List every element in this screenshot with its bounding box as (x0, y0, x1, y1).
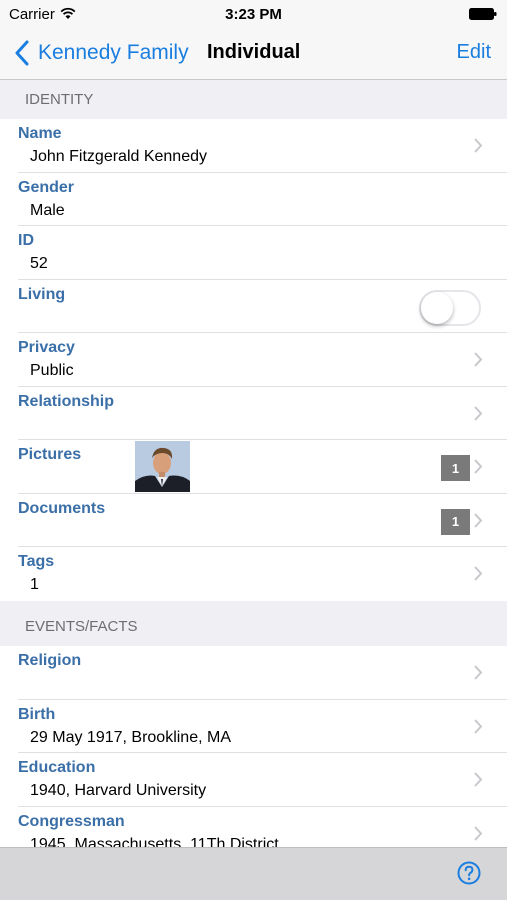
row-label: Congressman (18, 812, 125, 830)
row-documents[interactable]: Documents 1 (0, 493, 507, 547)
row-value: Public (30, 362, 74, 379)
row-privacy[interactable]: Privacy Public (0, 333, 507, 387)
page-title: Individual (207, 41, 301, 63)
pictures-count-badge: 1 (441, 455, 470, 481)
chevron-right-icon (474, 718, 483, 734)
chevron-left-icon (15, 40, 29, 66)
row-label: Documents (18, 499, 106, 517)
status-bar: Carrier 3:23 PM (0, 0, 507, 28)
row-gender[interactable]: Gender Male (0, 172, 507, 226)
row-tags[interactable]: Tags 1 (0, 547, 507, 601)
row-label: Privacy (18, 339, 75, 356)
row-religion[interactable]: Religion (0, 646, 507, 700)
battery-icon (469, 8, 497, 20)
section-header-events: EVENTS/FACTS (0, 601, 507, 647)
row-value: 52 (30, 255, 48, 272)
row-label: Education (18, 759, 96, 776)
chevron-right-icon (474, 138, 483, 153)
portrait-image (135, 441, 190, 492)
chevron-right-icon (474, 352, 483, 367)
row-relationship[interactable]: Relationship (0, 386, 507, 440)
section-header-label: EVENTS/FACTS (25, 618, 138, 635)
section-header-label: IDENTITY (25, 91, 94, 108)
chevron-right-icon (474, 665, 483, 680)
row-value: 1945, Massachusetts, 11Th District (30, 835, 279, 848)
row-value: John Fitzgerald Kennedy (30, 148, 207, 165)
row-id: ID 52 (0, 226, 507, 280)
row-label: ID (18, 232, 34, 249)
section-header-identity: IDENTITY (0, 81, 507, 119)
row-value: Male (30, 201, 65, 219)
row-name[interactable]: Name John Fitzgerald Kennedy (0, 119, 507, 173)
row-birth[interactable]: Birth 29 May 1917, Brookline, MA (0, 699, 507, 753)
row-living: Living (0, 279, 507, 333)
row-label: Name (18, 125, 62, 142)
question-circle-icon[interactable] (457, 861, 481, 885)
chevron-right-icon (474, 512, 483, 528)
identity-section: Name John Fitzgerald Kennedy Gender Male… (0, 119, 507, 601)
chevron-right-icon (474, 772, 483, 787)
row-pictures[interactable]: Pictures 1 (0, 440, 507, 494)
back-button-label: Kennedy Family (38, 41, 189, 64)
row-label: Relationship (18, 392, 115, 410)
row-congressman[interactable]: Congressman 1945, Massachusetts, 11Th Di… (0, 806, 507, 848)
chevron-right-icon (474, 825, 483, 841)
events-section: Religion Birth 29 May 1917, Brookline, M… (0, 646, 507, 847)
status-time: 3:23 PM (225, 6, 282, 23)
row-label: Religion (18, 652, 82, 669)
row-label: Living (18, 285, 66, 303)
navigation-bar: Kennedy Family Individual Edit (0, 28, 507, 80)
documents-count-badge: 1 (441, 508, 470, 535)
portrait-thumbnail[interactable] (135, 441, 190, 492)
row-label: Pictures (18, 446, 82, 463)
chevron-right-icon (474, 459, 483, 474)
bottom-toolbar (0, 847, 507, 900)
row-label: Gender (18, 178, 75, 196)
chevron-right-icon (474, 405, 483, 421)
row-value: 1940, Harvard University (30, 782, 207, 799)
row-value: 1 (30, 576, 39, 593)
toggle-knob (421, 291, 453, 324)
row-label: Tags (18, 553, 55, 570)
row-label: Birth (18, 705, 56, 723)
living-toggle[interactable] (419, 289, 481, 326)
row-education[interactable]: Education 1940, Harvard University (0, 753, 507, 807)
back-button[interactable]: Kennedy Family (14, 38, 189, 68)
chevron-right-icon (474, 566, 483, 581)
edit-button[interactable]: Edit (457, 41, 491, 64)
row-value: 29 May 1917, Brookline, MA (30, 728, 231, 746)
